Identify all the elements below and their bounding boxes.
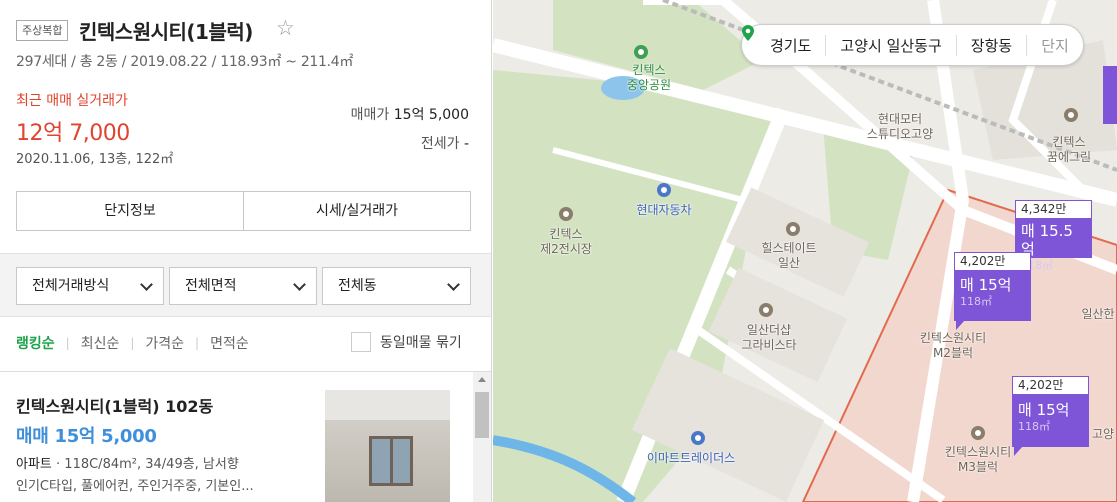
marker-body: 매 15억 118㎡: [1012, 395, 1089, 447]
sort-latest[interactable]: 최신순: [81, 333, 120, 353]
sort-divider: |: [195, 336, 200, 350]
group-listings-checkbox[interactable]: 동일매물 묶기: [351, 332, 462, 352]
recent-deal-detail: 2020.11.06, 13층, 122㎡: [16, 152, 174, 167]
chevron-down-icon: [447, 278, 460, 291]
area-value: 전체면적: [185, 278, 237, 294]
building-pin-icon[interactable]: [759, 303, 773, 317]
park-pin-icon[interactable]: [634, 45, 648, 59]
map-label-emart[interactable]: 이마트트레이더스: [647, 451, 735, 466]
photo-window: [369, 436, 413, 486]
listing-spec-text: 118C/84m², 34/49층, 남서향: [64, 457, 239, 472]
map-label-m2[interactable]: 킨텍스원시티 M2블럭: [920, 331, 986, 361]
map-label-ilsan-right[interactable]: 일산한: [1081, 307, 1114, 322]
trade-type-select[interactable]: 전체거래방식: [16, 267, 164, 305]
asking-jeonse-label: 전세가: [420, 136, 460, 152]
location-breadcrumb: 경기도 고양시 일산동구 장항동 단지: [741, 24, 1084, 66]
marker-area: 118㎡: [1018, 420, 1050, 433]
breadcrumb-city[interactable]: 고양시 일산동구: [825, 34, 955, 56]
sort-area[interactable]: 면적순: [210, 333, 249, 353]
recent-deal-price: 12억 7,000: [16, 121, 130, 146]
listing-price: 매매 15억 5,000: [16, 426, 157, 447]
asking-sale-price: 매매가 15억 5,000: [351, 104, 469, 124]
marker-body: 매 15억 118㎡: [954, 271, 1031, 321]
listing-photo[interactable]: [325, 390, 450, 502]
listing-description: 인기C타입, 풀에어컨, 주인거주중, 기본인...: [16, 479, 254, 494]
marker-tail: [1014, 446, 1023, 456]
dong-select[interactable]: 전체동: [322, 267, 471, 305]
price-marker[interactable]: 4,202만 매 15억 118㎡: [954, 252, 1031, 330]
complex-button-row: 단지정보 시세/실거래가: [16, 191, 471, 231]
listing-type: 아파트: [16, 457, 52, 472]
map-label-m3[interactable]: 킨텍스원시티 M3블럭: [945, 445, 1011, 475]
checkbox-box[interactable]: [351, 332, 371, 352]
marker-area: 118㎡: [960, 295, 992, 308]
listing-panel: 주상복합 킨텍스원시티(1블럭) ☆ 297세대 / 총 2동 / 2019.0…: [0, 0, 492, 502]
asking-jeonse-value: -: [463, 136, 469, 152]
asking-sale-label: 매매가: [350, 107, 390, 123]
star-icon[interactable]: ☆: [276, 16, 295, 40]
price-history-button[interactable]: 시세/실거래가: [243, 192, 470, 230]
filter-bar: 전체거래방식 전체면적 전체동: [0, 253, 491, 317]
breadcrumb-dong[interactable]: 장항동: [955, 34, 1026, 56]
asking-jeonse-price: 전세가 -: [421, 133, 469, 153]
map-view[interactable]: 킨텍스 중앙공원 현대모터 스튜디오고양 킨텍스 꿈에그린 현대자동차 킨텍스 제2전시…: [493, 0, 1117, 502]
marker-price-per-area: 4,342만: [1015, 200, 1092, 219]
building-pin-icon[interactable]: [786, 222, 800, 236]
area-select[interactable]: 전체면적: [169, 267, 317, 305]
listing-title: 킨텍스원시티(1블럭) 102동: [16, 397, 214, 416]
map-label-sharp[interactable]: 일산더샵 그라비스타: [741, 323, 796, 353]
sort-tabs: 랭킹순 | 최신순 | 가격순 | 면적순: [16, 333, 249, 353]
map-label-park[interactable]: 킨텍스 중앙공원: [627, 63, 671, 93]
group-listings-label: 동일매물 묶기: [380, 335, 462, 351]
map-label-hyundai-studio[interactable]: 현대모터 스튜디오고양: [867, 112, 933, 142]
price-marker[interactable]: 4,202만 매 15억 118㎡: [1012, 376, 1089, 456]
map-label-hillstate[interactable]: 힐스테이트 일산: [761, 241, 816, 271]
marker-price-per-area: 4,202만: [1012, 376, 1089, 395]
complex-summary: 297세대 / 총 2동 / 2019.08.22 / 118.93㎡ ~ 21…: [16, 54, 354, 70]
chevron-down-icon: [293, 278, 306, 291]
trade-type-value: 전체거래방식: [32, 278, 110, 294]
listing-spec: 아파트 · 118C/84m², 34/49층, 남서향: [16, 457, 239, 472]
breadcrumb-province[interactable]: 경기도: [756, 35, 825, 56]
building-pin-icon[interactable]: [971, 426, 985, 440]
sort-price[interactable]: 가격순: [145, 333, 184, 353]
building-pin-icon[interactable]: [559, 207, 573, 221]
list-item[interactable]: 킨텍스원시티(1블럭) 102동 매매 15억 5,000 아파트 · 118C…: [0, 372, 472, 502]
map-label-kintex-market[interactable]: 킨텍스 제2전시장: [540, 227, 592, 257]
hyundai-car-pin-icon[interactable]: [657, 183, 671, 197]
breadcrumb-complex[interactable]: 단지: [1026, 34, 1083, 56]
emart-pin-icon[interactable]: [691, 431, 705, 445]
asking-sale-value: 15억 5,000: [393, 107, 469, 123]
map-label-goyang-right[interactable]: 고양: [1092, 427, 1114, 442]
sort-divider: |: [65, 336, 70, 350]
sort-ranking[interactable]: 랭킹순: [16, 333, 55, 353]
marker-price: 매 15억: [960, 276, 1012, 294]
location-pin-icon: [742, 25, 754, 41]
scroll-thumb[interactable]: [475, 392, 489, 438]
recent-deal-label: 최근 매매 실거래가: [16, 93, 128, 109]
chevron-down-icon: [140, 278, 153, 291]
complex-title: 킨텍스원시티(1블럭): [79, 20, 253, 44]
marker-price: 매 15억: [1018, 401, 1070, 419]
map-label-hyundai-car[interactable]: 현대자동차: [636, 203, 691, 218]
list-scrollbar[interactable]: [473, 372, 491, 502]
price-marker-partial[interactable]: [1103, 66, 1117, 124]
price-marker[interactable]: 4,342만 매 15.5억 118㎡: [1015, 200, 1092, 272]
photo-ceiling: [325, 390, 450, 420]
scroll-up-arrow-icon[interactable]: [478, 377, 486, 382]
marker-tail: [956, 320, 965, 330]
type-badge: 주상복합: [16, 20, 69, 41]
sort-divider: |: [130, 336, 135, 350]
dong-value: 전체동: [338, 278, 377, 294]
complex-info-button[interactable]: 단지정보: [17, 192, 243, 230]
map-label-kintex-dream[interactable]: 킨텍스 꿈에그린: [1047, 135, 1091, 165]
marker-price-per-area: 4,202만: [954, 252, 1031, 271]
building-pin-icon[interactable]: [1064, 108, 1078, 122]
